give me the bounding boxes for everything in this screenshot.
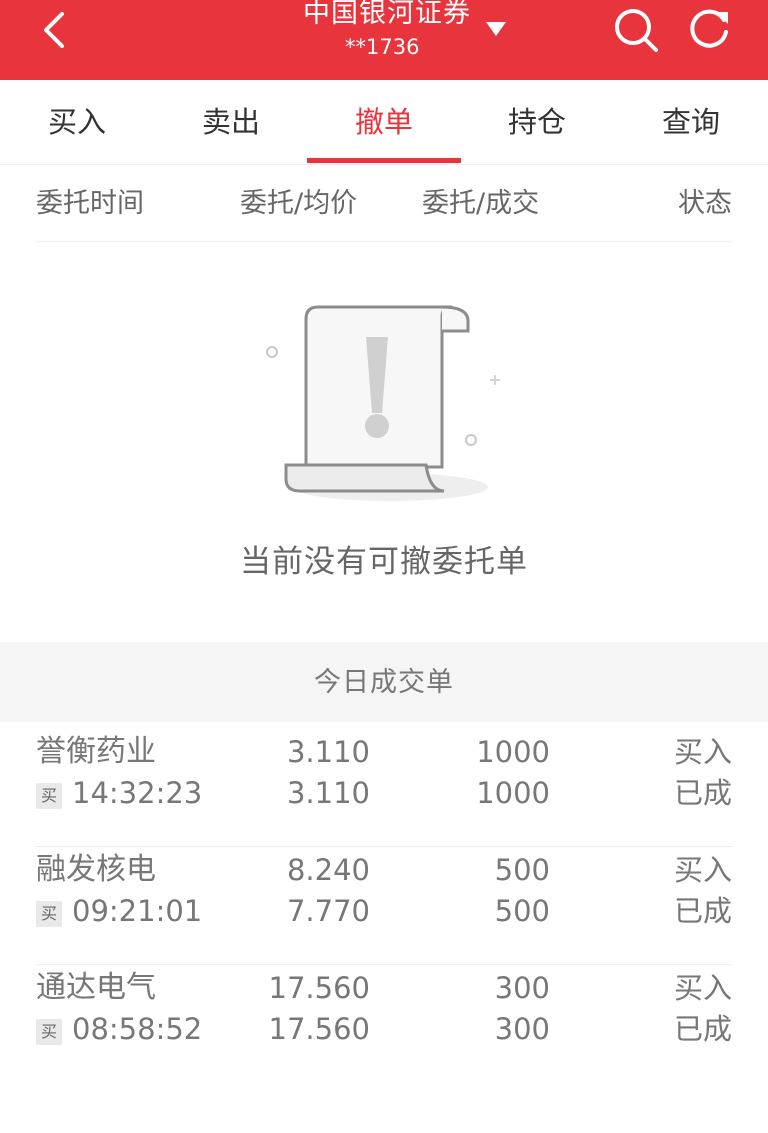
column-status: 状态 (678, 188, 732, 219)
stock-name: 通达电气 (36, 970, 156, 1005)
avg-price: 7.770 (286, 894, 370, 928)
refresh-icon[interactable] (686, 6, 732, 52)
stock-name: 融发核电 (36, 852, 156, 887)
status-label: 已成 (673, 1012, 732, 1046)
tab-positions[interactable]: 持仓 (460, 80, 614, 164)
tab-sell[interactable]: 卖出 (154, 80, 308, 164)
column-order-time: 委托时间 (36, 188, 144, 219)
section-title-today-deals: 今日成交单 (0, 642, 768, 722)
tab-cancel[interactable]: 撤单 (307, 80, 461, 164)
order-qty: 500 (494, 853, 550, 887)
buy-badge: 买 (36, 901, 62, 927)
column-order-avg-price: 委托/均价 (240, 188, 358, 219)
status-label: 已成 (673, 776, 732, 810)
order-price: 8.240 (286, 853, 370, 887)
direction: 买入 (673, 735, 732, 769)
order-price: 17.560 (268, 971, 370, 1005)
direction: 买入 (673, 971, 732, 1005)
direction: 买入 (673, 853, 732, 887)
order-qty: 1000 (476, 735, 550, 769)
avg-price: 3.110 (286, 776, 370, 810)
order-qty: 300 (494, 971, 550, 1005)
buy-badge: 买 (36, 783, 62, 809)
deal-time: 14:32:23 (72, 776, 203, 810)
deal-qty: 1000 (476, 776, 550, 810)
order-price: 3.110 (286, 735, 370, 769)
avg-price: 17.560 (268, 1012, 370, 1046)
empty-scroll-icon (266, 305, 500, 501)
deal-time: 09:21:01 (72, 894, 203, 928)
tab-buy[interactable]: 买入 (0, 80, 154, 164)
account-number[interactable]: **1736 (345, 34, 419, 60)
top-bar: 中国银河证券 **1736 (0, 0, 768, 80)
status-label: 已成 (673, 894, 732, 928)
deal-row[interactable]: 通达电气 买 08:58:52 17.560 17.560 300 300 买入… (36, 964, 732, 1082)
broker-title[interactable]: 中国银河证券 (303, 0, 471, 31)
column-header-row: 委托时间 委托/均价 委托/成交 状态 (36, 165, 732, 242)
column-order-deal: 委托/成交 (422, 188, 540, 219)
empty-state-message: 当前没有可撤委托单 (240, 544, 528, 580)
buy-badge: 买 (36, 1019, 62, 1045)
deal-qty: 300 (494, 1012, 550, 1046)
search-icon[interactable] (612, 6, 660, 54)
tab-bar: 买入 卖出 撤单 持仓 查询 (0, 80, 768, 165)
deal-row[interactable]: 融发核电 买 09:21:01 8.240 7.770 500 500 买入 已… (36, 846, 732, 965)
chevron-left-icon[interactable] (38, 10, 78, 50)
deal-qty: 500 (494, 894, 550, 928)
stock-name: 誉衡药业 (36, 734, 156, 769)
triangle-down-icon[interactable] (484, 19, 508, 39)
active-tab-indicator (307, 158, 461, 163)
deal-time: 08:58:52 (72, 1012, 203, 1046)
tab-query[interactable]: 查询 (614, 80, 768, 164)
deal-row[interactable]: 誉衡药业 买 14:32:23 3.110 3.110 1000 1000 买入… (36, 728, 732, 847)
